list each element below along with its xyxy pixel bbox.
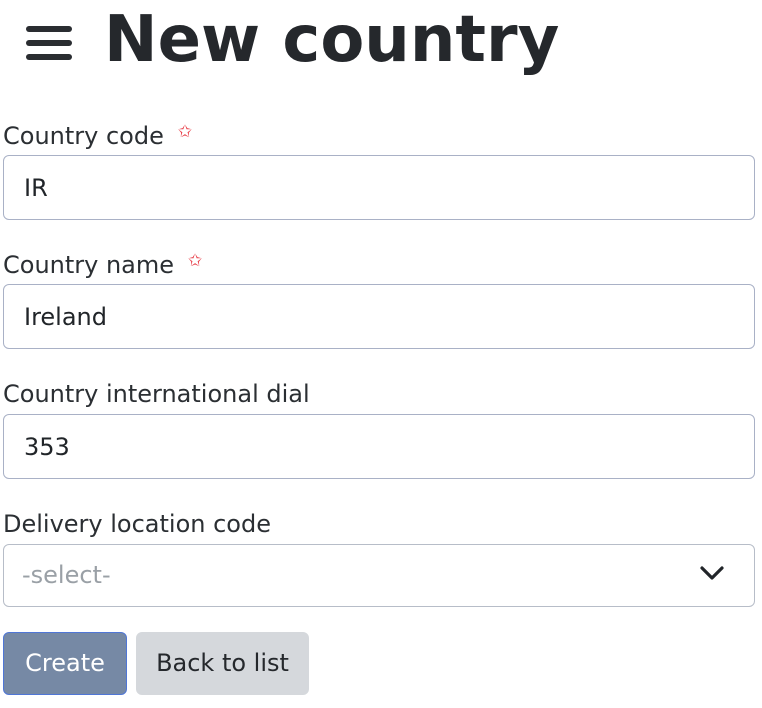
country-code-label: Country code ✩ [3,122,755,150]
country-code-label-text: Country code [3,122,164,150]
country-name-label: Country name ✩ [3,251,755,279]
menu-bar [26,26,72,32]
page-title: New country [104,3,560,77]
required-star-icon: ✩ [177,122,193,142]
chevron-down-icon [700,566,724,580]
dial-field: Country international dial [3,380,755,479]
create-button[interactable]: Create [3,632,127,695]
delivery-location-selected-value: -select- [22,561,111,589]
dial-input[interactable] [3,414,755,479]
country-code-field: Country code ✩ [3,122,755,220]
country-name-input[interactable] [3,284,755,349]
menu-bar [26,54,72,60]
page-header: New country [0,0,762,90]
delivery-location-field: Delivery location code -select- [3,510,755,607]
required-star-icon: ✩ [188,251,203,271]
country-name-label-text: Country name [3,251,175,279]
country-name-field: Country name ✩ [3,251,755,349]
menu-bar [26,40,72,46]
back-to-list-button[interactable]: Back to list [136,632,309,695]
delivery-location-label: Delivery location code [3,510,271,538]
delivery-location-select[interactable]: -select- [3,544,755,607]
hamburger-menu-icon[interactable] [22,20,76,66]
dial-label: Country international dial [3,380,310,408]
country-code-input[interactable] [3,155,755,220]
